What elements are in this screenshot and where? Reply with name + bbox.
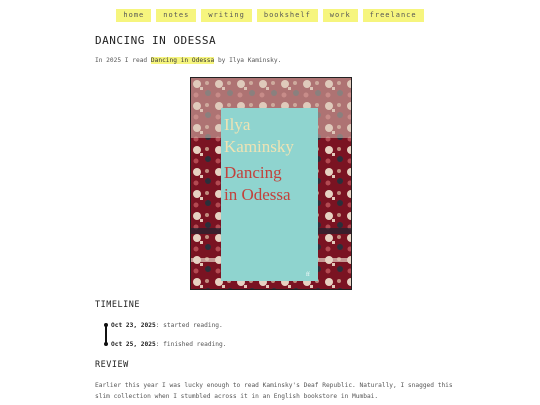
- timeline-event: Oct 25, 2025: finished reading.: [111, 341, 226, 348]
- review-text: Earlier this year I was lucky enough to …: [95, 382, 453, 400]
- review-heading: REVIEW: [95, 360, 129, 370]
- book-cover-image: Ilya Kaminsky Dancing in Odessa ff: [191, 78, 351, 289]
- nav-notes[interactable]: notes: [156, 9, 197, 22]
- page-title: DANCING IN ODESSA: [95, 34, 217, 47]
- nav-work[interactable]: work: [322, 9, 358, 22]
- book-link[interactable]: Dancing in Odessa: [150, 57, 215, 64]
- cover-author-2: Kaminsky: [224, 137, 294, 156]
- intro-before: In 2025 I read: [95, 57, 151, 64]
- timeline-event: Oct 23, 2025: started reading.: [111, 322, 223, 329]
- intro-after: by Ilya Kaminsky.: [214, 57, 282, 64]
- timeline-dot: [104, 342, 108, 346]
- top-nav: home notes writing bookshelf work freela…: [0, 9, 540, 22]
- cover-title-1: Dancing: [224, 163, 282, 182]
- event-date: Oct 23, 2025: [111, 322, 156, 329]
- nav-home[interactable]: home: [116, 9, 152, 22]
- timeline-dot: [104, 323, 108, 327]
- book-cover-photo: Ilya Kaminsky Dancing in Odessa ff: [190, 77, 352, 290]
- event-text: : finished reading.: [155, 341, 227, 348]
- nav-writing[interactable]: writing: [201, 9, 252, 22]
- intro-text: In 2025 I read Dancing in Odessa by Ilya…: [95, 57, 281, 64]
- event-date: Oct 25, 2025: [111, 341, 156, 348]
- publisher-mark: ff: [306, 271, 310, 278]
- cover-author-1: Ilya: [224, 115, 251, 134]
- event-text: : started reading.: [155, 322, 223, 329]
- nav-bookshelf[interactable]: bookshelf: [256, 9, 318, 22]
- cover-title-2: in Odessa: [224, 185, 291, 204]
- nav-freelance[interactable]: freelance: [362, 9, 424, 22]
- timeline-heading: TIMELINE: [95, 300, 140, 310]
